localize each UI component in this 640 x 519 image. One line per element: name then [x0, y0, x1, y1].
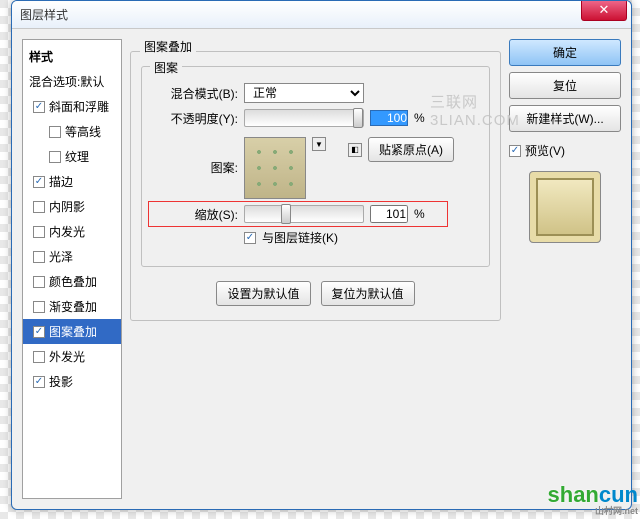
- center-panel: 三联网 3LIAN.COM 图案叠加 图案 混合模式(B): 正常 不透明度(Y…: [130, 39, 501, 499]
- snap-origin-button[interactable]: 贴紧原点(A): [368, 137, 454, 162]
- styles-sidebar: 样式 混合选项:默认 斜面和浮雕等高线纹理描边内阴影内发光光泽颜色叠加渐变叠加图…: [22, 39, 122, 499]
- pattern-label: 图案:: [152, 137, 238, 176]
- preview-checkbox[interactable]: [509, 145, 521, 157]
- sidebar-checkbox[interactable]: [33, 101, 45, 113]
- scale-slider[interactable]: [244, 205, 364, 223]
- sidebar-item-7[interactable]: 颜色叠加: [23, 269, 121, 294]
- sidebar-item-label: 内阴影: [49, 198, 85, 215]
- cancel-button[interactable]: 复位: [509, 72, 621, 99]
- preview-swatch: [529, 171, 601, 243]
- section-legend: 图案: [150, 59, 182, 76]
- scale-unit: %: [414, 207, 425, 221]
- new-preset-icon[interactable]: ◧: [348, 143, 362, 157]
- sidebar-checkbox[interactable]: [33, 226, 45, 238]
- scale-label: 缩放(S):: [152, 206, 238, 223]
- sidebar-item-label: 图案叠加: [49, 323, 97, 340]
- sidebar-item-11[interactable]: 投影: [23, 369, 121, 394]
- sidebar-item-label: 外发光: [49, 348, 85, 365]
- sidebar-checkbox[interactable]: [33, 201, 45, 213]
- reset-default-button[interactable]: 复位为默认值: [321, 281, 415, 306]
- sidebar-checkbox[interactable]: [33, 251, 45, 263]
- layer-style-dialog: 图层样式 ✕ 样式 混合选项:默认 斜面和浮雕等高线纹理描边内阴影内发光光泽颜色…: [11, 0, 632, 510]
- sidebar-item-label: 投影: [49, 373, 73, 390]
- sidebar-header[interactable]: 样式: [23, 44, 121, 69]
- dialog-title: 图层样式: [20, 6, 68, 23]
- sidebar-item-10[interactable]: 外发光: [23, 344, 121, 369]
- opacity-unit: %: [414, 111, 425, 125]
- sidebar-item-label: 等高线: [65, 123, 101, 140]
- sidebar-checkbox[interactable]: [33, 301, 45, 313]
- sidebar-checkbox[interactable]: [49, 126, 61, 138]
- new-style-button[interactable]: 新建样式(W)...: [509, 105, 621, 132]
- sidebar-checkbox[interactable]: [33, 376, 45, 388]
- sidebar-checkbox[interactable]: [33, 351, 45, 363]
- sidebar-item-4[interactable]: 内阴影: [23, 194, 121, 219]
- link-layer-label: 与图层链接(K): [262, 229, 338, 246]
- sidebar-item-9[interactable]: 图案叠加: [23, 319, 121, 344]
- sidebar-item-label: 内发光: [49, 223, 85, 240]
- sidebar-checkbox[interactable]: [33, 276, 45, 288]
- opacity-slider[interactable]: [244, 109, 364, 127]
- sidebar-item-8[interactable]: 渐变叠加: [23, 294, 121, 319]
- scale-input[interactable]: [370, 205, 408, 223]
- link-layer-checkbox[interactable]: [244, 232, 256, 244]
- opacity-label: 不透明度(Y):: [152, 110, 238, 127]
- sidebar-checkbox[interactable]: [49, 151, 61, 163]
- sidebar-item-5[interactable]: 内发光: [23, 219, 121, 244]
- blend-mode-label: 混合模式(B):: [152, 85, 238, 102]
- preview-label: 预览(V): [525, 142, 565, 159]
- sidebar-item-label: 光泽: [49, 248, 73, 265]
- blend-mode-select[interactable]: 正常: [244, 83, 364, 103]
- sidebar-checkbox[interactable]: [33, 176, 45, 188]
- titlebar[interactable]: 图层样式 ✕: [12, 1, 631, 29]
- sidebar-item-6[interactable]: 光泽: [23, 244, 121, 269]
- sidebar-item-label: 描边: [49, 173, 73, 190]
- sidebar-item-label: 纹理: [65, 148, 89, 165]
- sidebar-blend-options[interactable]: 混合选项:默认: [23, 69, 121, 94]
- sidebar-item-label: 渐变叠加: [49, 298, 97, 315]
- sidebar-item-label: 颜色叠加: [49, 273, 97, 290]
- ok-button[interactable]: 确定: [509, 39, 621, 66]
- pattern-picker-arrow[interactable]: ▼: [312, 137, 326, 151]
- sidebar-item-1[interactable]: 等高线: [23, 119, 121, 144]
- sidebar-item-0[interactable]: 斜面和浮雕: [23, 94, 121, 119]
- sidebar-item-2[interactable]: 纹理: [23, 144, 121, 169]
- panel-title: 图案叠加: [140, 38, 196, 55]
- pattern-swatch[interactable]: [244, 137, 306, 199]
- make-default-button[interactable]: 设置为默认值: [216, 281, 310, 306]
- sidebar-checkbox[interactable]: [33, 326, 45, 338]
- opacity-input[interactable]: [370, 110, 408, 126]
- sidebar-item-label: 斜面和浮雕: [49, 98, 109, 115]
- close-button[interactable]: ✕: [581, 1, 627, 21]
- right-panel: 确定 复位 新建样式(W)... 预览(V): [509, 39, 621, 499]
- sidebar-item-3[interactable]: 描边: [23, 169, 121, 194]
